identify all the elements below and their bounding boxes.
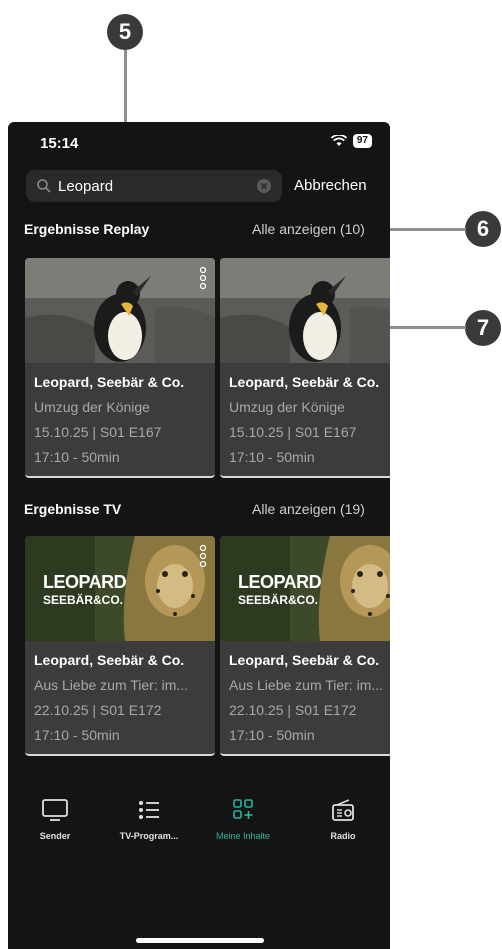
nav-label-sender: Sender [39,831,71,841]
callout-badge-5: 5 [107,14,143,50]
card-time: 17:10 - 50min [34,449,120,465]
replay-card-2[interactable]: Leopard, Seebär & Co. Umzug der Könige 1… [220,258,390,478]
tv-card-2[interactable]: LEOPARD SEEBÄR&CO. Leopard, Seebär & Co.… [220,536,390,756]
replay-thumbnail-2 [220,258,390,363]
callout-badge-7: 7 [465,310,501,346]
tv-show-all-link[interactable]: Alle anzeigen (19) [252,501,365,517]
cancel-button[interactable]: Abbrechen [294,177,367,194]
card-title: Leopard, Seebär & Co. [34,652,185,668]
thumb-title-2: SEEBÄR&CO. [238,593,319,607]
phone-screen: 15:14 97 Leopard Abbrechen Ergebnisse Re… [8,122,390,949]
card-time: 17:10 - 50min [229,727,315,743]
card-episode: 22.10.25 | S01 E172 [229,702,357,718]
card-episode: 15.10.25 | S01 E167 [229,424,357,440]
card-subtitle: Umzug der Könige [34,399,150,415]
replay-thumbnail-1 [25,258,215,363]
card-subtitle: Aus Liebe zum Tier: im... [34,677,189,693]
wifi-icon [330,135,347,146]
card-episode: 15.10.25 | S01 E167 [34,424,162,440]
home-indicator [136,938,264,943]
tv-thumbnail-2: LEOPARD SEEBÄR&CO. [220,536,390,641]
search-value[interactable]: Leopard [58,178,256,195]
replay-card-1[interactable]: Leopard, Seebär & Co. Umzug der Könige 1… [25,258,215,478]
card-time: 17:10 - 50min [34,727,120,743]
replay-section-title: Ergebnisse Replay [24,221,150,237]
callout-badge-6: 6 [465,211,501,247]
nav-label-radio: Radio [330,831,356,841]
nav-item-radio[interactable]: Radio [298,798,388,841]
more-options-icon[interactable] [199,266,207,290]
tv-icon [42,799,68,821]
thumb-title-1: LEOPARD [238,572,322,592]
card-time: 17:10 - 50min [229,449,315,465]
card-title: Leopard, Seebär & Co. [229,374,380,390]
more-options-icon[interactable] [199,544,207,568]
battery-indicator: 97 [352,134,372,148]
card-title: Leopard, Seebär & Co. [34,374,185,390]
card-title: Leopard, Seebär & Co. [229,652,380,668]
status-time: 15:14 [40,135,79,152]
thumb-title-1: LEOPARD [43,572,127,592]
radio-icon [332,799,354,821]
tv-section-title: Ergebnisse TV [24,501,122,517]
card-episode: 22.10.25 | S01 E172 [34,702,162,718]
status-icons: 97 [330,134,372,148]
nav-label-meine-inhalte: Meine Inhalte [215,831,271,841]
grid-plus-icon [233,799,253,819]
search-input[interactable]: Leopard [26,170,282,202]
card-subtitle: Umzug der Könige [229,399,345,415]
thumb-title-2: SEEBÄR&CO. [43,593,124,607]
bottom-navigation: Sender TV-Program... Meine Inhalte Radio [8,788,390,918]
nav-item-sender[interactable]: Sender [10,798,100,841]
list-icon [139,801,159,819]
clear-icon[interactable] [256,178,272,194]
nav-label-tv-program: TV-Program... [119,831,179,841]
tv-thumbnail-1: LEOPARD SEEBÄR&CO. [25,536,215,641]
nav-item-meine-inhalte[interactable]: Meine Inhalte [198,798,288,841]
nav-item-tv-program[interactable]: TV-Program... [104,798,194,841]
card-subtitle: Aus Liebe zum Tier: im... [229,677,384,693]
tv-card-1[interactable]: LEOPARD SEEBÄR&CO. Leopard, Seebär & Co.… [25,536,215,756]
replay-show-all-link[interactable]: Alle anzeigen (10) [252,221,365,237]
search-icon [37,179,51,193]
